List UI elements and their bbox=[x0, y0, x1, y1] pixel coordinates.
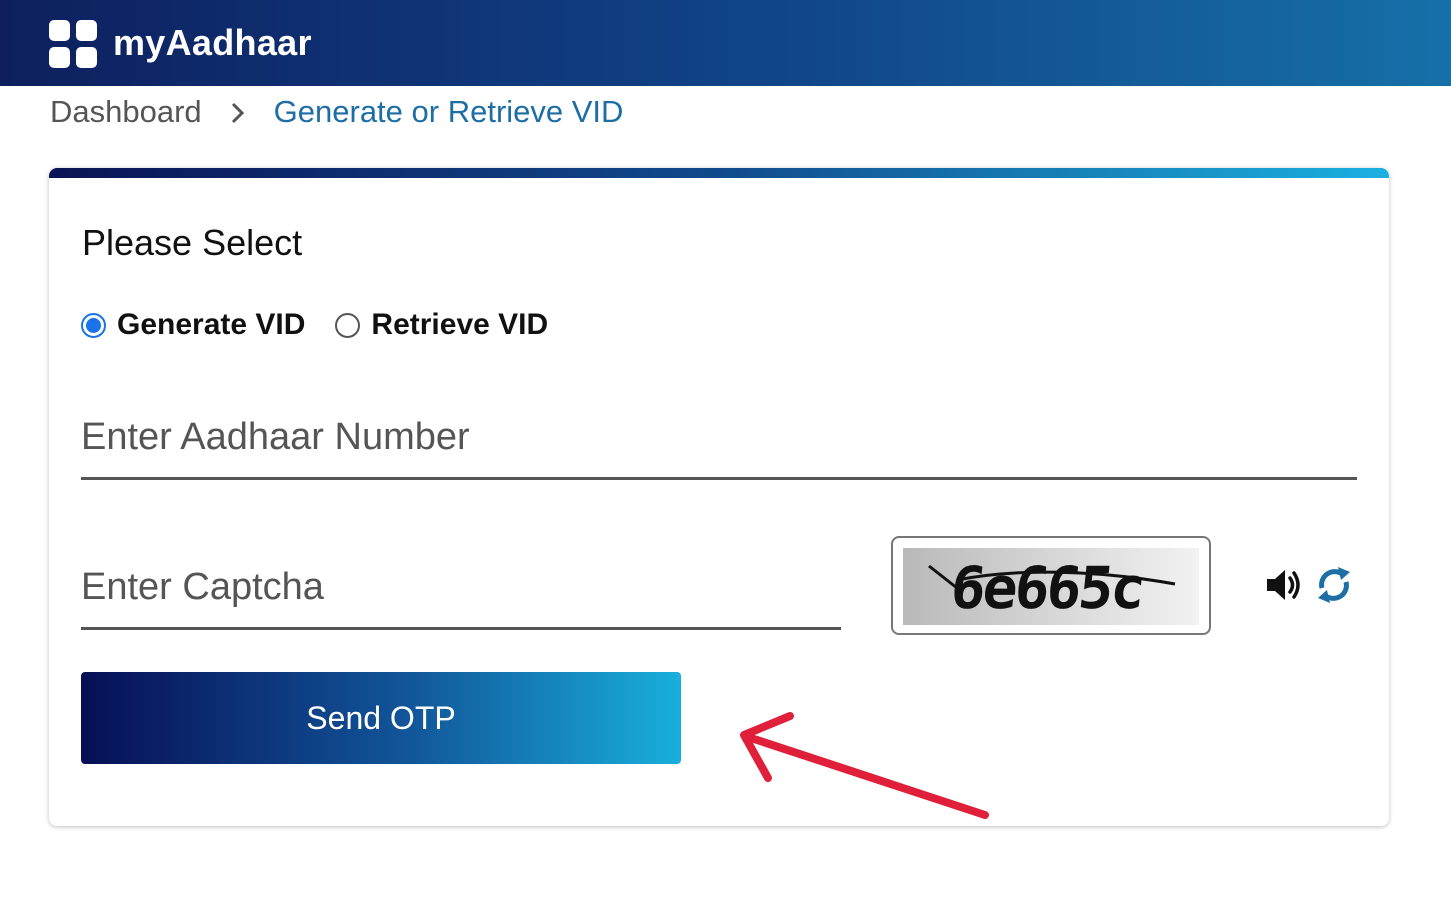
send-otp-button[interactable]: Send OTP bbox=[81, 672, 681, 764]
breadcrumb: Dashboard Generate or Retrieve VID bbox=[50, 92, 623, 132]
vid-form-card: Please Select Generate VID Retrieve VID … bbox=[49, 168, 1389, 826]
captcha-image: 6e665c bbox=[903, 548, 1199, 625]
card-accent-bar bbox=[49, 168, 1389, 178]
radio-checked-icon[interactable] bbox=[81, 312, 106, 338]
top-app-bar: myAadhaar bbox=[0, 0, 1451, 86]
aadhaar-number-input[interactable] bbox=[81, 412, 1357, 480]
captcha-image-frame: 6e665c bbox=[891, 536, 1211, 635]
refresh-captcha-icon[interactable] bbox=[1314, 564, 1354, 606]
radio-generate-vid[interactable]: Generate VID bbox=[81, 308, 305, 342]
radio-unchecked-icon[interactable] bbox=[335, 312, 361, 338]
apps-grid-icon[interactable] bbox=[49, 20, 97, 68]
brand-title[interactable]: myAadhaar bbox=[113, 22, 312, 64]
vid-option-group: Generate VID Retrieve VID bbox=[81, 308, 578, 342]
radio-generate-vid-label[interactable]: Generate VID bbox=[117, 308, 305, 342]
chevron-right-icon bbox=[230, 92, 246, 132]
radio-retrieve-vid-label[interactable]: Retrieve VID bbox=[371, 308, 548, 342]
breadcrumb-current: Generate or Retrieve VID bbox=[273, 94, 624, 129]
speaker-icon[interactable] bbox=[1264, 565, 1304, 605]
breadcrumb-dashboard-link[interactable]: Dashboard bbox=[50, 94, 202, 130]
radio-retrieve-vid[interactable]: Retrieve VID bbox=[335, 308, 548, 342]
form-heading: Please Select bbox=[82, 222, 303, 263]
captcha-noise-lines bbox=[928, 564, 1176, 590]
captcha-input[interactable] bbox=[81, 562, 841, 630]
